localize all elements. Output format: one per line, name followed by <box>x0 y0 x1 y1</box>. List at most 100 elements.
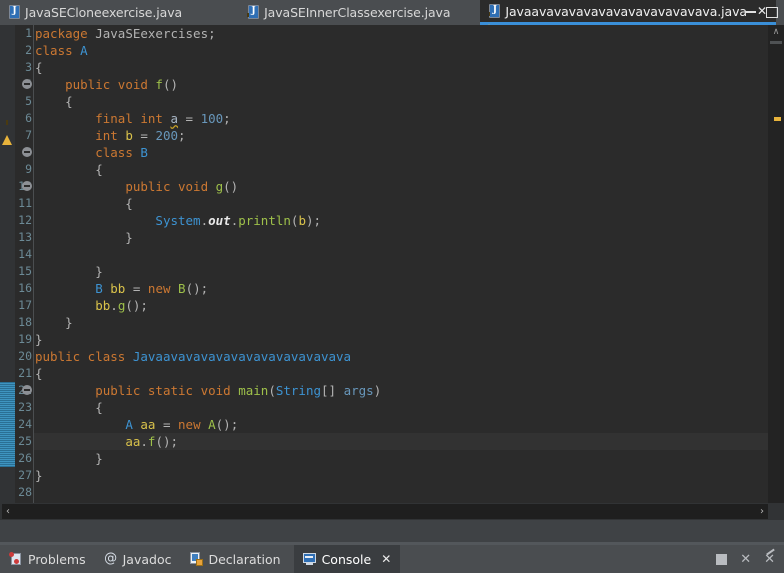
code-token: public void <box>125 179 216 194</box>
code-folding-gutter[interactable] <box>20 25 33 520</box>
code-token: main <box>238 383 269 398</box>
code-token: System <box>155 213 201 228</box>
maximize-icon[interactable] <box>766 7 778 18</box>
code-line[interactable]: class B <box>34 144 768 161</box>
bottom-view-tab-bar: Problems @ Javadoc Declaration Console ✕… <box>0 545 784 573</box>
code-line[interactable]: public static void main(String[] args) <box>34 382 768 399</box>
editor-vertical-scrollbar[interactable]: ∧ <box>768 25 784 520</box>
close-all-consoles-icon[interactable]: ✕ <box>764 553 775 566</box>
code-token: args <box>343 383 374 398</box>
code-line[interactable]: } <box>34 263 768 280</box>
overview-warning-marker[interactable] <box>774 117 781 121</box>
code-line[interactable]: public class Javaavavavavavavavavavavava… <box>34 348 768 365</box>
code-token: public static void <box>95 383 239 398</box>
code-token: ; <box>208 26 216 41</box>
code-line[interactable]: } <box>34 314 768 331</box>
scroll-up-icon[interactable]: ∧ <box>768 25 784 40</box>
code-line[interactable]: { <box>34 399 768 416</box>
code-token: aa <box>125 434 141 449</box>
editor-tab-javaseinnerclassexercise[interactable]: J JavaSEInnerClassexercise.java <box>239 0 460 33</box>
view-tab-problems[interactable]: Problems <box>0 545 95 573</box>
fold-collapse-icon[interactable] <box>22 385 32 395</box>
code-token: int <box>95 128 126 143</box>
code-token: } <box>35 264 103 279</box>
code-line[interactable]: { <box>34 161 768 178</box>
code-token: { <box>35 196 133 211</box>
code-line[interactable]: } <box>34 229 768 246</box>
code-editor[interactable]: 1234567891011121314151617181920212223242… <box>0 25 784 520</box>
view-tab-label: Declaration <box>208 551 281 567</box>
code-token: final int <box>95 111 171 126</box>
minimize-icon[interactable] <box>745 10 756 13</box>
editor-tab-javasecloneexercise[interactable]: J JavaSECloneexercise.java <box>0 0 192 25</box>
close-console-icon[interactable]: ✕ <box>740 553 751 566</box>
view-tab-declaration[interactable]: Declaration <box>180 545 289 573</box>
editor-horizontal-scrollbar[interactable]: ‹ › <box>2 504 768 519</box>
code-token: (); <box>155 434 179 449</box>
code-token: () <box>162 77 179 92</box>
code-token: { <box>35 94 73 109</box>
fold-collapse-icon[interactable] <box>22 79 32 89</box>
code-line[interactable]: } <box>34 450 768 467</box>
editor-tab-label: JavaSECloneexercise.java <box>25 5 183 20</box>
code-token: 200 <box>155 128 179 143</box>
code-line[interactable]: class A <box>34 42 768 59</box>
code-token: (); <box>185 281 209 296</box>
code-line[interactable]: } <box>34 331 768 348</box>
scroll-left-icon[interactable]: ‹ <box>6 506 10 517</box>
code-line[interactable]: aa.f(); <box>34 433 768 450</box>
code-token: { <box>35 366 43 381</box>
code-line[interactable]: { <box>34 59 768 76</box>
view-tab-javadoc[interactable]: @ Javadoc <box>95 545 181 573</box>
code-line[interactable]: } <box>34 467 768 484</box>
code-token: ( <box>268 383 276 398</box>
view-tab-label: Console <box>321 551 372 567</box>
code-token: bb <box>110 281 126 296</box>
code-line[interactable]: public void g() <box>34 178 768 195</box>
code-token: ; <box>178 128 186 143</box>
fold-collapse-icon[interactable] <box>22 147 32 157</box>
code-token: () <box>223 179 239 194</box>
code-line[interactable] <box>34 246 768 263</box>
stop-icon[interactable] <box>716 553 728 565</box>
code-line[interactable]: System.out.println(b); <box>34 212 768 229</box>
code-token: A <box>125 417 133 432</box>
code-line[interactable]: { <box>34 93 768 110</box>
code-line[interactable]: B bb = new B(); <box>34 280 768 297</box>
code-token: } <box>35 315 73 330</box>
eclipse-ide-window: J JavaSECloneexercise.java J JavaSEInner… <box>0 0 784 573</box>
scroll-right-icon[interactable]: › <box>760 506 764 517</box>
code-line[interactable]: final int a = 100; <box>34 110 768 127</box>
code-token: new <box>178 417 209 432</box>
warning-icon <box>485 8 494 32</box>
view-tab-console[interactable]: Console ✕ <box>293 545 401 573</box>
code-line[interactable]: int b = 200; <box>34 127 768 144</box>
code-text-area[interactable]: package JavaSEexercises; class A{ public … <box>34 25 768 520</box>
code-line[interactable]: package JavaSEexercises; <box>34 25 768 42</box>
code-line[interactable]: { <box>34 195 768 212</box>
view-tab-close-icon[interactable]: ✕ <box>381 552 391 566</box>
vertical-scroll-thumb[interactable] <box>770 41 782 44</box>
code-token: out <box>208 213 231 228</box>
code-token: . <box>140 434 148 449</box>
code-line[interactable]: A aa = new A(); <box>34 416 768 433</box>
gutter-warning-icon[interactable] <box>2 116 13 145</box>
warning-icon <box>244 10 253 33</box>
code-line[interactable] <box>34 484 768 501</box>
code-line[interactable]: public void f() <box>34 76 768 93</box>
code-token: (); <box>125 298 148 313</box>
code-line[interactable]: bb.g(); <box>34 297 768 314</box>
code-line[interactable]: { <box>34 365 768 382</box>
view-tab-label: Javadoc <box>122 551 172 567</box>
fold-collapse-icon[interactable] <box>22 181 32 191</box>
code-token: a <box>170 111 179 126</box>
code-token: = <box>125 281 148 296</box>
code-token: B <box>140 145 148 160</box>
